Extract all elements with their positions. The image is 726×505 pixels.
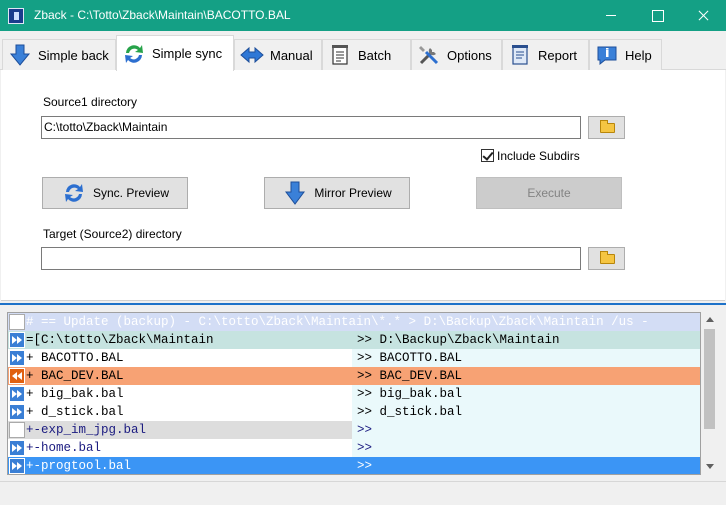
sync-preview-label: Sync. Preview <box>92 186 170 200</box>
document-icon <box>328 43 352 67</box>
list-header-text: # == Update (backup) - C:\totto\Zback\Ma… <box>26 315 649 329</box>
scroll-down-arrow-icon[interactable] <box>706 464 714 469</box>
target-file-cell: >> <box>357 459 373 473</box>
target-browse-button[interactable] <box>588 247 625 270</box>
tab-manual[interactable]: Manual <box>234 39 322 70</box>
source-browse-button[interactable] <box>588 116 625 139</box>
target-file-cell: >> <box>357 441 373 455</box>
copy-forward-icon <box>9 440 25 456</box>
tab-simple-back-label: Simple back <box>38 47 109 63</box>
source-file-cell: +-home.bal <box>26 441 102 455</box>
tab-batch[interactable]: Batch <box>322 39 411 70</box>
target-label: Target (Source2) directory <box>43 227 182 241</box>
sync-icon <box>122 42 146 66</box>
source-file-cell: + BAC_DEV.BAL <box>26 369 124 383</box>
down-arrow-icon <box>8 43 32 67</box>
target-file-cell: >> BAC_DEV.BAL <box>357 369 463 383</box>
simple-sync-panel: Source1 directory C:\totto\Zback\Maintai… <box>1 70 725 301</box>
file-list[interactable]: # == Update (backup) - C:\totto\Zback\Ma… <box>7 312 701 475</box>
list-row[interactable]: +-home.bal >> <box>8 439 700 457</box>
include-subdirs-checkbox[interactable] <box>481 149 494 162</box>
list-row[interactable]: + BAC_DEV.BAL >> BAC_DEV.BAL <box>8 367 700 385</box>
sync-icon <box>61 181 87 205</box>
folder-icon <box>600 251 615 264</box>
tab-simple-back[interactable]: Simple back <box>2 39 116 70</box>
copy-back-icon <box>9 368 25 384</box>
target-directory-field[interactable] <box>41 247 581 270</box>
source-file-cell: + big_bak.bal <box>26 387 124 401</box>
list-header-row[interactable]: # == Update (backup) - C:\totto\Zback\Ma… <box>8 313 700 331</box>
copy-forward-icon <box>9 404 25 420</box>
status-bar <box>0 481 726 505</box>
down-arrow-icon <box>282 181 308 205</box>
list-row[interactable]: +-progtool.bal >> <box>8 457 700 474</box>
target-file-cell: >> <box>357 423 373 437</box>
tab-help-label: Help <box>625 47 652 63</box>
tab-options-label: Options <box>447 47 492 63</box>
list-row[interactable]: =[C:\totto\Zback\Maintain >> D:\Backup\Zb… <box>8 331 700 349</box>
list-scrollbar[interactable] <box>701 312 718 475</box>
tab-manual-label: Manual <box>270 47 313 63</box>
tab-simple-sync[interactable]: Simple sync <box>116 35 234 71</box>
close-button[interactable] <box>680 0 726 31</box>
list-row[interactable]: + d_stick.bal >> d_stick.bal <box>8 403 700 421</box>
title-bar: Zback - C:\Totto\Zback\Maintain\BACOTTO.… <box>0 0 726 31</box>
source-directory-field[interactable]: C:\totto\Zback\Maintain <box>41 116 581 139</box>
scroll-up-arrow-icon[interactable] <box>706 317 714 322</box>
row-marker <box>9 422 25 438</box>
sync-preview-button[interactable]: Sync. Preview <box>42 177 188 209</box>
tab-help[interactable]: Help <box>589 39 662 70</box>
copy-forward-icon <box>9 332 25 348</box>
execute-label: Execute <box>527 186 571 200</box>
tab-batch-label: Batch <box>358 47 392 63</box>
include-subdirs-label: Include Subdirs <box>497 149 580 163</box>
window-title: Zback - C:\Totto\Zback\Maintain\BACOTTO.… <box>34 8 291 22</box>
mirror-preview-button[interactable]: Mirror Preview <box>264 177 410 209</box>
target-file-cell: >> d_stick.bal <box>357 405 463 419</box>
execute-button[interactable]: Execute <box>476 177 622 209</box>
tab-strip: Simple back Simple sync Manual Batch Opt… <box>0 35 726 71</box>
source-file-cell: + BACOTTO.BAL <box>26 351 124 365</box>
source-file-cell: +-progtool.bal <box>26 459 132 473</box>
copy-forward-icon <box>9 350 25 366</box>
report-icon <box>508 43 532 67</box>
copy-forward-icon <box>9 386 25 402</box>
tab-simple-sync-label: Simple sync <box>152 46 223 61</box>
target-file-cell: >> big_bak.bal <box>357 387 463 401</box>
mirror-preview-label: Mirror Preview <box>314 186 392 200</box>
bidirectional-arrow-icon <box>240 43 264 67</box>
target-file-cell: >> D:\Backup\Zback\Maintain <box>357 333 560 347</box>
source-file-cell: + d_stick.bal <box>26 405 124 419</box>
folder-icon <box>600 120 615 133</box>
panel-splitter[interactable] <box>0 301 726 310</box>
tab-options[interactable]: Options <box>411 39 502 70</box>
source-label: Source1 directory <box>43 95 138 109</box>
target-file-cell: >> BACOTTO.BAL <box>357 351 463 365</box>
app-icon <box>8 8 24 24</box>
help-icon <box>595 43 619 67</box>
source-file-cell: +-exp_im_jpg.bal <box>26 423 147 437</box>
tools-icon <box>417 43 441 67</box>
copy-forward-icon <box>9 458 25 474</box>
row-marker <box>9 314 25 330</box>
scroll-thumb[interactable] <box>704 329 715 429</box>
source-file-cell: =[C:\totto\Zback\Maintain <box>26 333 214 347</box>
maximize-button[interactable] <box>634 0 680 31</box>
minimize-button[interactable] <box>588 0 634 31</box>
list-row[interactable]: + big_bak.bal >> big_bak.bal <box>8 385 700 403</box>
list-row[interactable]: + BACOTTO.BAL >> BACOTTO.BAL <box>8 349 700 367</box>
tab-report-label: Report <box>538 47 578 63</box>
tab-report[interactable]: Report <box>502 39 589 70</box>
list-row[interactable]: +-exp_im_jpg.bal >> <box>8 421 700 439</box>
